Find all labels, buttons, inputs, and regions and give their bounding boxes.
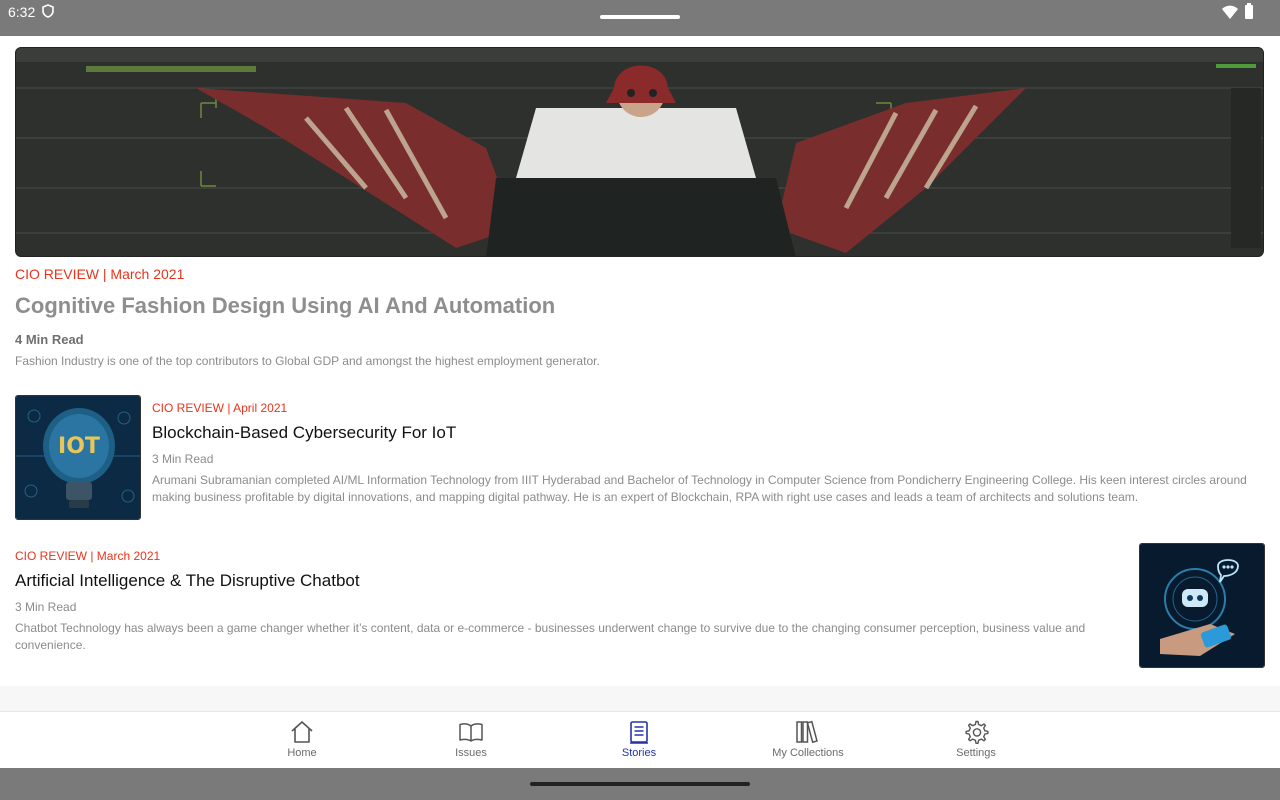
nav-stories[interactable]: Stories [579,719,699,765]
library-icon [796,720,818,744]
nav-label-settings: Settings [956,747,996,759]
gear-icon [965,720,989,744]
story-tag: CIO REVIEW | March 2021 [15,549,161,563]
story-title[interactable]: Artificial Intelligence & The Disruptive… [15,571,360,591]
nav-label-my-collections: My Collections [772,747,844,759]
nav-label-stories: Stories [621,747,657,759]
stories-feed[interactable]: CIO REVIEW | March 2021 Cognitive Fashio… [0,36,1280,686]
story-tag: CIO REVIEW | April 2021 [152,401,288,415]
featured-story-description: Fashion Industry is one of the top contr… [15,354,600,368]
nav-settings[interactable]: Settings [916,719,1036,765]
featured-story-tag: CIO REVIEW | March 2021 [15,266,185,282]
nav-label-home: Home [287,747,317,759]
wifi-icon [1222,5,1238,19]
iot-thumb-text: IOT [58,434,100,459]
battery-icon [1245,3,1253,19]
nav-issues[interactable]: Issues [411,719,531,765]
story-thumbnail-chatbot[interactable] [1139,543,1265,668]
status-bar: 6:32 [0,0,1280,36]
status-notch [600,15,680,19]
story-thumbnail-iot[interactable]: IOT [15,395,141,520]
content-bottom-spacer [0,686,1280,711]
story-read-time: 3 Min Read [152,452,214,466]
book-icon [459,723,483,742]
home-icon [291,721,313,743]
featured-story-read-time: 4 Min Read [15,332,84,347]
status-time: 6:32 [8,4,36,20]
story-title[interactable]: Blockchain-Based Cybersecurity For IoT [152,423,456,443]
nav-my-collections[interactable]: My Collections [748,719,868,765]
system-navigation-bar [0,768,1280,800]
nav-home[interactable]: Home [242,719,362,765]
story-read-time: 3 Min Read [15,600,77,614]
featured-story-title[interactable]: Cognitive Fashion Design Using AI And Au… [15,293,555,319]
story-description: Chatbot Technology has always been a gam… [15,621,1086,652]
featured-story-image[interactable] [15,47,1264,257]
shield-icon [42,4,54,18]
story-description: Arumani Subramanian completed AI/ML Info… [152,473,1247,504]
bottom-navigation: Home Issues Stories My Collections Setti… [0,711,1280,768]
home-gesture-handle[interactable] [530,782,750,786]
nav-label-issues: Issues [455,747,487,759]
document-icon [630,721,648,744]
